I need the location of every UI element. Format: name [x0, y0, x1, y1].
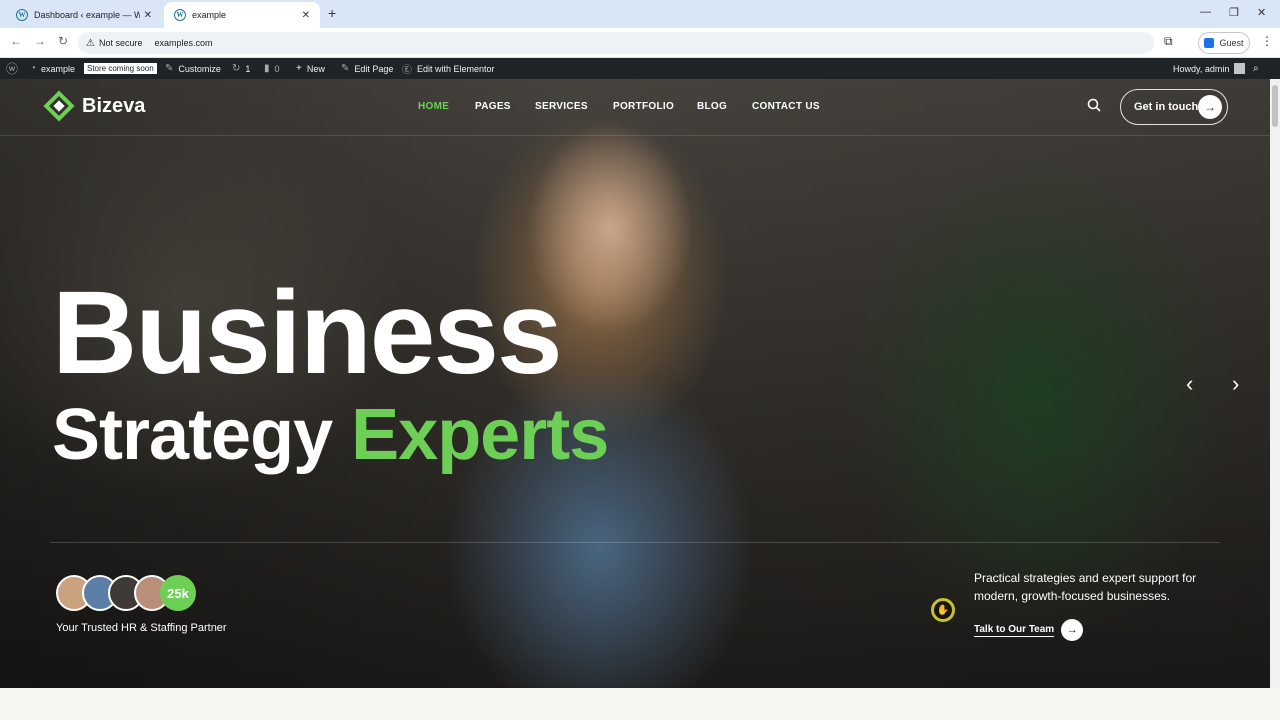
search-icon[interactable]	[1087, 98, 1101, 112]
header-divider	[0, 135, 1270, 136]
restore-icon[interactable]: ❐	[1229, 6, 1239, 19]
avatar-count-badge: 25k	[160, 575, 196, 611]
minimize-icon[interactable]: —	[1200, 6, 1211, 18]
url-text[interactable]: examples.com	[151, 38, 213, 48]
close-tab-icon[interactable]: ✕	[302, 10, 310, 21]
slider-next-icon[interactable]: ›	[1232, 371, 1239, 397]
profile-icon	[1204, 38, 1215, 48]
nav-blog[interactable]: BLOG	[697, 101, 727, 112]
profile-label: Guest	[1219, 38, 1244, 48]
brush-icon: ✎	[165, 63, 174, 74]
admin-avatar	[1234, 63, 1246, 74]
security-label: Not secure	[98, 38, 143, 48]
site-name-item[interactable]: ◔ example	[30, 58, 75, 79]
warning-icon: ⚠	[86, 37, 95, 49]
arrow-right-icon: →	[1198, 95, 1222, 119]
store-badge-label: Store coming soon	[84, 63, 157, 74]
wp-admin-bar: ⓦ ◔ example Store coming soon ✎ Customiz…	[0, 58, 1280, 79]
talk-label: Talk to Our Team	[974, 623, 1055, 637]
trusted-partner-text: Your Trusted HR & Staffing Partner	[56, 622, 227, 634]
dashboard-icon: ◔	[30, 63, 37, 74]
browser-toolbar: ← → ↻ ⚠ Not secure examples.com ⧉ Guest …	[0, 28, 1280, 58]
hero-section: Bizeva HOME PAGES SERVICES PORTFOLIO BLO…	[0, 79, 1270, 688]
updates-count: 1	[245, 63, 251, 74]
updates-item[interactable]: ↻ 1	[232, 58, 250, 79]
get-in-touch-button[interactable]: Get in touch →	[1120, 89, 1228, 125]
tab-title: Dashboard ‹ example — WordPress	[34, 10, 140, 20]
wordpress-icon: W	[174, 9, 186, 21]
browser-tab-dashboard[interactable]: W Dashboard ‹ example — WordPress ✕	[6, 2, 162, 28]
hero-description: Practical strategies and expert support …	[974, 571, 1197, 603]
pencil-icon: ✎	[341, 63, 350, 74]
browser-tabstrip: W Dashboard ‹ example — WordPress ✕ W ex…	[0, 0, 1280, 28]
profile-button[interactable]: Guest	[1198, 32, 1250, 54]
close-tab-icon[interactable]: ✕	[144, 10, 152, 21]
cta-label: Get in touch	[1134, 101, 1199, 113]
comment-icon: ▮	[264, 63, 270, 74]
menu-icon[interactable]: ⋮	[1261, 34, 1273, 48]
elementor-icon: Ⓔ	[402, 65, 412, 76]
security-indicator[interactable]: ⚠ Not secure	[86, 38, 151, 49]
edit-elementor-item[interactable]: Ⓔ Edit with Elementor	[402, 58, 495, 79]
customize-label: Customize	[178, 63, 221, 74]
nav-services[interactable]: SERVICES	[535, 101, 588, 112]
scrollbar-thumb[interactable]	[1272, 85, 1278, 127]
edit-page-item[interactable]: ✎ Edit Page	[341, 58, 393, 79]
avatar-group: 25k	[56, 575, 196, 611]
nav-contact-us[interactable]: CONTACT US	[752, 101, 820, 112]
wordpress-icon: W	[16, 9, 28, 21]
headline-word: Strategy	[52, 395, 333, 475]
edit-page-label: Edit Page	[354, 63, 394, 74]
reload-icon[interactable]: ↻	[58, 34, 68, 48]
next-section	[0, 688, 1280, 720]
arrow-right-icon: →	[1061, 619, 1084, 641]
logo-diamond-icon	[42, 89, 76, 123]
nav-home[interactable]: HOME	[418, 101, 449, 112]
back-icon[interactable]: ←	[10, 34, 22, 48]
tab-title: example	[192, 10, 227, 20]
hero-divider	[50, 542, 1220, 543]
comments-item[interactable]: ▮ 0	[264, 58, 280, 79]
account-item[interactable]: Howdy, admin	[1173, 58, 1246, 79]
site-name: example	[41, 63, 76, 74]
forward-icon[interactable]: →	[34, 34, 46, 48]
store-badge[interactable]: Store coming soon	[84, 58, 157, 79]
new-tab-icon[interactable]: +	[328, 5, 336, 21]
comments-count: 0	[274, 63, 280, 74]
nav-pages[interactable]: PAGES	[475, 101, 511, 112]
browser-tab-example[interactable]: W example ✕	[164, 2, 320, 28]
nav-portfolio[interactable]: PORTFOLIO	[613, 101, 674, 112]
headline-accent-word: Experts	[351, 395, 609, 475]
close-window-icon[interactable]: ✕	[1257, 6, 1266, 19]
updates-icon: ↻	[232, 63, 241, 74]
address-bar[interactable]: ⚠ Not secure examples.com	[78, 32, 1154, 54]
hero-headline-line2: Strategy Experts	[52, 399, 609, 471]
hand-cursor-icon: ✋	[931, 598, 955, 622]
talk-to-team-link[interactable]: Talk to Our Team →	[974, 619, 1084, 641]
plus-icon: +	[296, 63, 302, 74]
customize-item[interactable]: ✎ Customize	[165, 58, 221, 79]
slider-prev-icon[interactable]: ‹	[1186, 371, 1193, 397]
wordpress-logo-icon[interactable]: ⓦ	[6, 58, 23, 79]
howdy-label: Howdy, admin	[1173, 63, 1230, 74]
admin-search-icon[interactable]: ⌕	[1253, 58, 1264, 79]
new-item[interactable]: + New	[296, 58, 325, 79]
cast-icon[interactable]: ⧉	[1164, 34, 1173, 49]
new-label: New	[306, 63, 325, 74]
page-scrollbar[interactable]	[1270, 79, 1280, 688]
site-logo[interactable]: Bizeva	[42, 89, 145, 123]
hero-headline-line1: Business	[52, 267, 563, 399]
edit-elementor-label: Edit with Elementor	[417, 63, 495, 74]
logo-text: Bizeva	[82, 94, 146, 117]
